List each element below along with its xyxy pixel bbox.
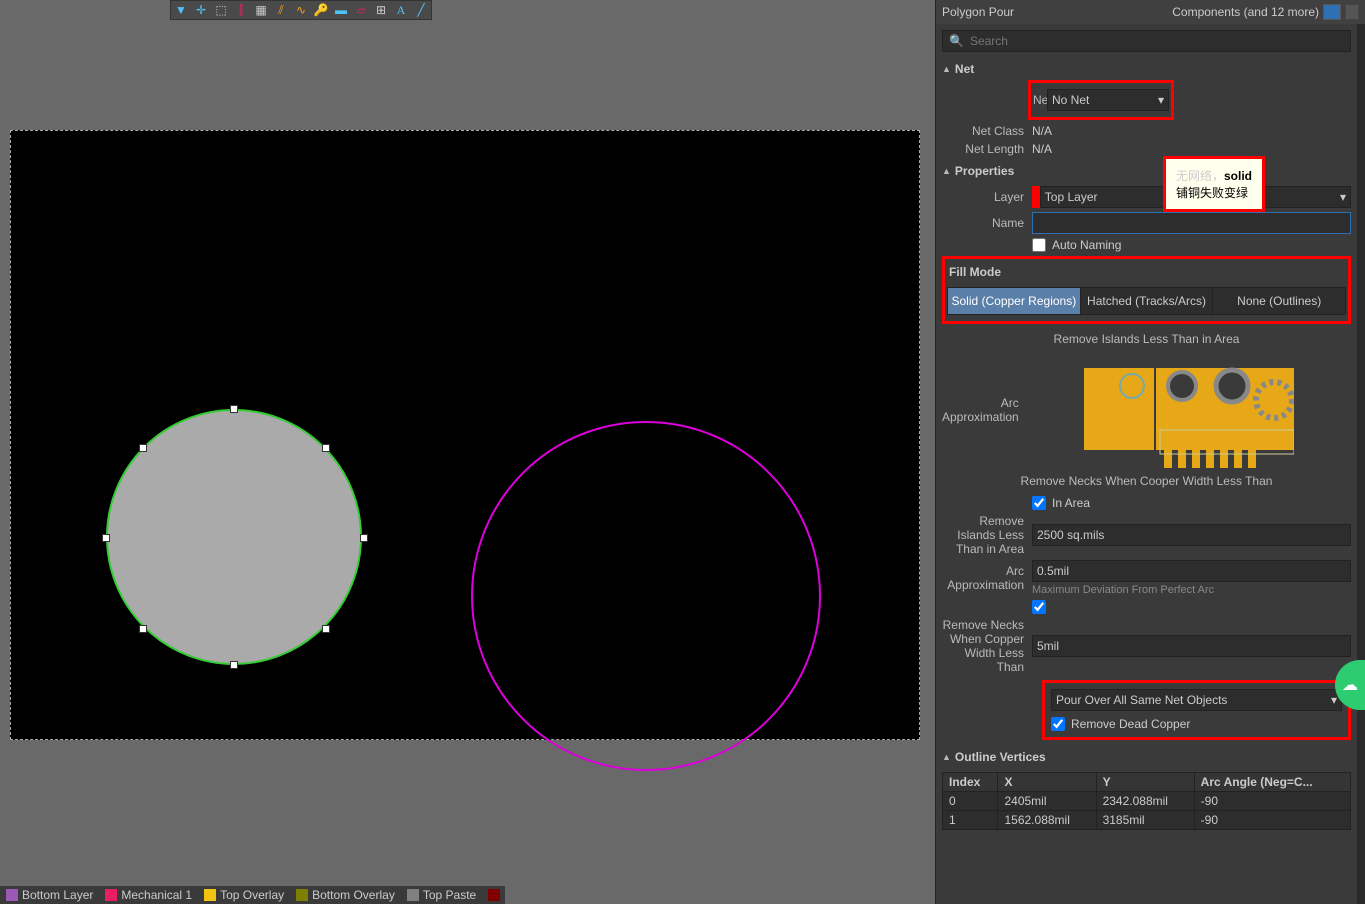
filter-button[interactable] <box>1323 4 1341 20</box>
align-icon[interactable]: ⫿ <box>231 0 251 20</box>
table-row[interactable]: 11562.088mil3185mil-90 <box>943 811 1351 830</box>
cloud-icon: ☁ <box>1342 675 1358 695</box>
net-select[interactable]: No Net▾ <box>1047 89 1169 111</box>
key-icon[interactable]: 🔑 <box>311 0 331 20</box>
in-area-checkbox[interactable] <box>1032 496 1046 510</box>
section-outline-vertices[interactable]: ▲Outline Vertices <box>942 746 1351 768</box>
route-icon[interactable]: ⫽ <box>271 0 291 20</box>
properties-panel: Polygon Pour Components (and 12 more) 🔍 … <box>935 0 1365 904</box>
arc-approx-input[interactable] <box>1032 560 1351 582</box>
section-properties[interactable]: ▲Properties <box>942 160 1351 182</box>
col-x[interactable]: X <box>998 773 1096 792</box>
shape-icon[interactable]: ▱ <box>351 0 371 20</box>
pcb-canvas[interactable] <box>10 130 920 740</box>
layer-tab[interactable]: Mechanical 1 <box>99 888 198 902</box>
remove-necks-checkbox[interactable] <box>1032 600 1046 614</box>
text-icon[interactable]: A <box>391 0 411 20</box>
drawing-toolbar: ▼ ✛ ⬚ ⫿ ▦ ⫽ ∿ 🔑 ▬ ▱ ⊞ A ╱ <box>170 0 432 20</box>
search-box[interactable]: 🔍 <box>942 30 1351 52</box>
col-y[interactable]: Y <box>1096 773 1194 792</box>
search-icon: 🔍 <box>949 34 964 48</box>
section-fill-mode: Fill Mode <box>947 261 1346 283</box>
pad-icon[interactable]: ▬ <box>331 0 351 20</box>
net-length-label: Net Length <box>942 142 1032 156</box>
pcb-diagram-icon <box>1084 350 1294 470</box>
auto-naming-label: Auto Naming <box>1052 238 1121 252</box>
resize-handle[interactable] <box>102 534 110 542</box>
remove-islands-input[interactable] <box>1032 524 1351 546</box>
remove-islands-label: Remove Islands Less Than in Area <box>942 514 1032 556</box>
panel-scrollbar[interactable] <box>1357 24 1365 904</box>
layer-tab[interactable]: Bottom Overlay <box>290 888 401 902</box>
fill-mode-diagram: Remove Islands Less Than in Area Arc App… <box>942 332 1351 488</box>
layer-swatch <box>407 889 419 901</box>
fill-mode-solid[interactable]: Solid (Copper Regions) <box>948 288 1080 314</box>
component-icon[interactable]: ▦ <box>251 0 271 20</box>
in-area-label: In Area <box>1052 496 1090 510</box>
search-input[interactable] <box>970 34 1344 48</box>
fill-mode-none[interactable]: None (Outlines) <box>1212 288 1345 314</box>
layer-tab[interactable]: Bottom Layer <box>0 888 99 902</box>
filter-summary: Components (and 12 more) <box>1172 5 1319 19</box>
resize-handle[interactable] <box>360 534 368 542</box>
auto-naming-checkbox[interactable] <box>1032 238 1046 252</box>
remove-dead-checkbox[interactable] <box>1051 717 1065 731</box>
name-input[interactable] <box>1032 212 1351 234</box>
resize-handle[interactable] <box>230 661 238 669</box>
annotation-callout: 无网络，solid 铺铜失败变绿 <box>1163 156 1265 212</box>
resize-handle[interactable] <box>230 405 238 413</box>
remove-necks-label: Remove Necks When Copper Width Less Than <box>942 618 1032 674</box>
wave-icon[interactable]: ∿ <box>291 0 311 20</box>
layer-swatch <box>6 889 18 901</box>
panel-body: 🔍 ▲Net Net No Net▾ Net ClassN/A Net Leng… <box>936 24 1357 904</box>
col-arc[interactable]: Arc Angle (Neg=C... <box>1194 773 1350 792</box>
resize-handle[interactable] <box>139 444 147 452</box>
fill-mode-hatched[interactable]: Hatched (Tracks/Arcs) <box>1080 288 1213 314</box>
layer-tab[interactable]: Top Overlay <box>198 888 290 902</box>
resize-handle[interactable] <box>322 444 330 452</box>
net-length-value: N/A <box>1032 142 1351 156</box>
layer-label: Layer <box>942 190 1032 204</box>
resize-handle[interactable] <box>322 625 330 633</box>
line-icon[interactable]: ╱ <box>411 0 431 20</box>
section-net[interactable]: ▲Net <box>942 58 1351 80</box>
net-class-label: Net Class <box>942 124 1032 138</box>
outline-polygon-circle[interactable] <box>471 421 821 771</box>
crosshair-icon[interactable]: ✛ <box>191 0 211 20</box>
pour-over-select[interactable]: Pour Over All Same Net Objects▾ <box>1051 689 1342 711</box>
table-row[interactable]: 02405mil2342.088mil-90 <box>943 792 1351 811</box>
net-class-value: N/A <box>1032 124 1351 138</box>
canvas-area: ▼ ✛ ⬚ ⫿ ▦ ⫽ ∿ 🔑 ▬ ▱ ⊞ A ╱ Bottom Layer M… <box>0 0 935 904</box>
layer-swatch <box>488 889 500 901</box>
fill-mode-tabs: Solid (Copper Regions) Hatched (Tracks/A… <box>947 287 1346 315</box>
layer-swatch <box>296 889 308 901</box>
remove-necks-input[interactable] <box>1032 635 1351 657</box>
selection-icon[interactable]: ⬚ <box>211 0 231 20</box>
measure-icon[interactable]: ⊞ <box>371 0 391 20</box>
filter-icon[interactable]: ▼ <box>171 0 191 20</box>
panel-header: Polygon Pour Components (and 12 more) <box>936 0 1365 24</box>
panel-title: Polygon Pour <box>942 5 1014 19</box>
layer-tab[interactable]: Top Paste <box>401 888 482 902</box>
col-index[interactable]: Index <box>943 773 998 792</box>
layer-swatch <box>105 889 117 901</box>
vertices-table: Index X Y Arc Angle (Neg=C... 02405mil23… <box>942 772 1351 830</box>
resize-handle[interactable] <box>139 625 147 633</box>
layer-swatch <box>204 889 216 901</box>
name-label: Name <box>942 216 1032 230</box>
layer-tab[interactable]: Bottom Paste <box>482 888 505 902</box>
remove-dead-label: Remove Dead Copper <box>1071 717 1190 731</box>
arc-approx-label: Arc Approximation <box>942 564 1032 592</box>
net-label: Net <box>1033 93 1047 107</box>
layer-tabs: Bottom Layer Mechanical 1 Top Overlay Bo… <box>0 886 505 904</box>
filter-dropdown-icon[interactable] <box>1345 4 1359 20</box>
